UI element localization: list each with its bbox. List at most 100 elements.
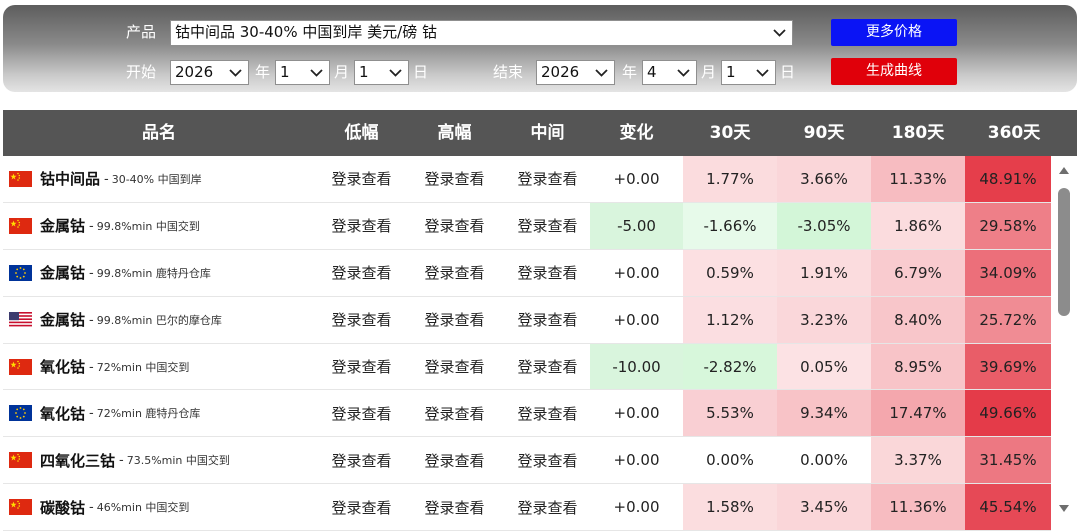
product-name[interactable]: 四氧化三钴 — [40, 450, 115, 471]
table-row[interactable]: 四氧化三钴 -73.5%min 中国交到 登录查看 登录查看 登录查看 +0.00 0.00… — [3, 437, 1051, 485]
china-flag-icon — [9, 452, 32, 469]
header-high[interactable]: 高幅 — [408, 110, 501, 156]
header-90d[interactable]: 90天 — [777, 110, 871, 156]
product-cell[interactable]: 氧化钴 -72%min 中国交到 — [3, 344, 315, 390]
mid-cell[interactable]: 登录查看 — [501, 202, 594, 249]
pct-180d-cell: 8.40% — [871, 296, 965, 343]
high-cell[interactable]: 登录查看 — [408, 296, 501, 343]
table-scrollbar[interactable] — [1051, 156, 1077, 531]
header-180d[interactable]: 180天 — [871, 110, 965, 156]
product-name[interactable]: 碳酸钴 — [40, 497, 85, 518]
pct-30d-cell: 0.59% — [683, 249, 777, 296]
high-cell[interactable]: 登录查看 — [408, 156, 501, 202]
low-cell[interactable]: 登录查看 — [315, 202, 408, 249]
product-cell[interactable]: 金属钴 -99.8%min 中国交到 — [3, 203, 315, 249]
header-change[interactable]: 变化 — [590, 110, 683, 156]
pct-90d-cell: 1.91% — [777, 249, 871, 296]
table-row[interactable]: 氧化钴 -72%min 鹿特丹仓库 登录查看 登录查看 登录查看 +0.00 5.53% 9.… — [3, 390, 1051, 438]
product-spec-text: 72%min 鹿特丹仓库 — [96, 407, 201, 421]
table-row[interactable]: 钴中间品 -30-40% 中国到岸 登录查看 登录查看 登录查看 +0.00 1.77% 3.… — [3, 156, 1051, 203]
pct-180d-cell: 11.33% — [871, 156, 965, 202]
table-row[interactable]: 金属钴 -99.8%min 中国交到 登录查看 登录查看 登录查看 -5.00 -1.66%… — [3, 202, 1051, 250]
product-cell[interactable]: 钴中间品 -30-40% 中国到岸 — [3, 156, 315, 202]
header-mid[interactable]: 中间 — [501, 110, 594, 156]
product-spec-text: 30-40% 中国到岸 — [111, 172, 202, 186]
end-year-select[interactable]: 2026 — [536, 60, 615, 85]
product-name[interactable]: 氧化钴 — [40, 403, 85, 424]
more-prices-button[interactable]: 更多价格 — [831, 19, 957, 46]
table-row[interactable]: 碳酸钴 -46%min 中国交到 登录查看 登录查看 登录查看 +0.00 1.58% 3.4… — [3, 484, 1051, 531]
high-cell[interactable]: 登录查看 — [408, 249, 501, 296]
product-spec: -73.5%min 中国交到 — [119, 453, 230, 469]
pct-180d-cell: 6.79% — [871, 249, 965, 296]
low-cell[interactable]: 登录查看 — [315, 484, 408, 531]
high-cell[interactable]: 登录查看 — [408, 202, 501, 249]
header-360d[interactable]: 360天 — [965, 110, 1063, 156]
low-cell[interactable]: 登录查看 — [315, 296, 408, 343]
chevron-down-icon — [389, 69, 402, 77]
product-spec: -99.8%min 鹿特丹仓库 — [89, 265, 211, 281]
scroll-down-arrow-icon[interactable] — [1058, 504, 1070, 513]
start-year-select[interactable]: 2026 — [170, 60, 249, 85]
product-label: 产品 — [126, 23, 157, 41]
usa-flag-icon — [9, 311, 32, 328]
mid-cell[interactable]: 登录查看 — [501, 156, 594, 202]
header-30d[interactable]: 30天 — [683, 110, 777, 156]
pct-180d-cell: 17.47% — [871, 390, 965, 437]
mid-cell[interactable]: 登录查看 — [501, 484, 594, 531]
price-table-body: 钴中间品 -30-40% 中国到岸 登录查看 登录查看 登录查看 +0.00 1.77% 3.… — [3, 156, 1051, 531]
high-cell[interactable]: 登录查看 — [408, 343, 501, 390]
mid-cell[interactable]: 登录查看 — [501, 296, 594, 343]
end-day-select[interactable]: 1 — [721, 60, 776, 85]
product-select-value: 钴中间品 30-40% 中国到岸 美元/磅 钴 — [175, 23, 437, 41]
pct-360d-cell: 29.58% — [965, 202, 1051, 249]
mid-cell[interactable]: 登录查看 — [501, 249, 594, 296]
start-month-select[interactable]: 1 — [275, 60, 330, 85]
mid-cell[interactable]: 登录查看 — [501, 437, 594, 484]
table-row[interactable]: 氧化钴 -72%min 中国交到 登录查看 登录查看 登录查看 -10.00 -2.82% 0… — [3, 343, 1051, 391]
product-cell[interactable]: 金属钴 -99.8%min 巴尔的摩仓库 — [3, 297, 315, 343]
start-label: 开始 — [126, 63, 157, 81]
start-month-value: 1 — [280, 63, 290, 81]
scroll-up-arrow-icon[interactable] — [1058, 166, 1070, 175]
low-cell[interactable]: 登录查看 — [315, 343, 408, 390]
mid-cell[interactable]: 登录查看 — [501, 390, 594, 437]
high-cell[interactable]: 登录查看 — [408, 437, 501, 484]
product-name[interactable]: 金属钴 — [40, 215, 85, 236]
high-cell[interactable]: 登录查看 — [408, 390, 501, 437]
table-row[interactable]: 金属钴 -99.8%min 鹿特丹仓库 登录查看 登录查看 登录查看 +0.00 0.59%… — [3, 249, 1051, 297]
table-row[interactable]: 金属钴 -99.8%min 巴尔的摩仓库 登录查看 登录查看 登录查看 +0.00 1.12… — [3, 296, 1051, 344]
pct-360d-cell: 48.91% — [965, 156, 1051, 202]
high-cell[interactable]: 登录查看 — [408, 484, 501, 531]
product-cell[interactable]: 氧化钴 -72%min 鹿特丹仓库 — [3, 390, 315, 436]
chevron-down-icon — [756, 69, 769, 77]
pct-180d-cell: 3.37% — [871, 437, 965, 484]
product-name[interactable]: 钴中间品 — [40, 168, 100, 189]
start-day-select[interactable]: 1 — [354, 60, 409, 85]
change-cell: +0.00 — [590, 390, 683, 437]
product-name[interactable]: 金属钴 — [40, 309, 85, 330]
low-cell[interactable]: 登录查看 — [315, 390, 408, 437]
low-cell[interactable]: 登录查看 — [315, 437, 408, 484]
product-name[interactable]: 金属钴 — [40, 262, 85, 283]
mid-cell[interactable]: 登录查看 — [501, 343, 594, 390]
end-month-select[interactable]: 4 — [642, 60, 697, 85]
product-spec: -30-40% 中国到岸 — [104, 171, 202, 187]
pct-90d-cell: 0.05% — [777, 343, 871, 390]
product-name[interactable]: 氧化钴 — [40, 356, 85, 377]
low-cell[interactable]: 登录查看 — [315, 249, 408, 296]
header-product-name[interactable]: 品名 — [3, 110, 315, 156]
generate-chart-button[interactable]: 生成曲线 — [831, 58, 957, 85]
product-cell[interactable]: 四氧化三钴 -73.5%min 中国交到 — [3, 437, 315, 483]
start-month-unit: 月 — [334, 63, 350, 81]
price-table-header: 品名 低幅 高幅 中间 变化 30天 90天 180天 360天 — [3, 110, 1077, 156]
product-cell[interactable]: 金属钴 -99.8%min 鹿特丹仓库 — [3, 250, 315, 296]
pct-360d-cell: 25.72% — [965, 296, 1051, 343]
header-low[interactable]: 低幅 — [315, 110, 408, 156]
low-cell[interactable]: 登录查看 — [315, 156, 408, 202]
scrollbar-thumb[interactable] — [1058, 188, 1070, 316]
chevron-down-icon — [229, 69, 242, 77]
product-select[interactable]: 钴中间品 30-40% 中国到岸 美元/磅 钴 — [170, 20, 793, 46]
product-cell[interactable]: 碳酸钴 -46%min 中国交到 — [3, 484, 315, 530]
pct-90d-cell: -3.05% — [777, 202, 871, 249]
